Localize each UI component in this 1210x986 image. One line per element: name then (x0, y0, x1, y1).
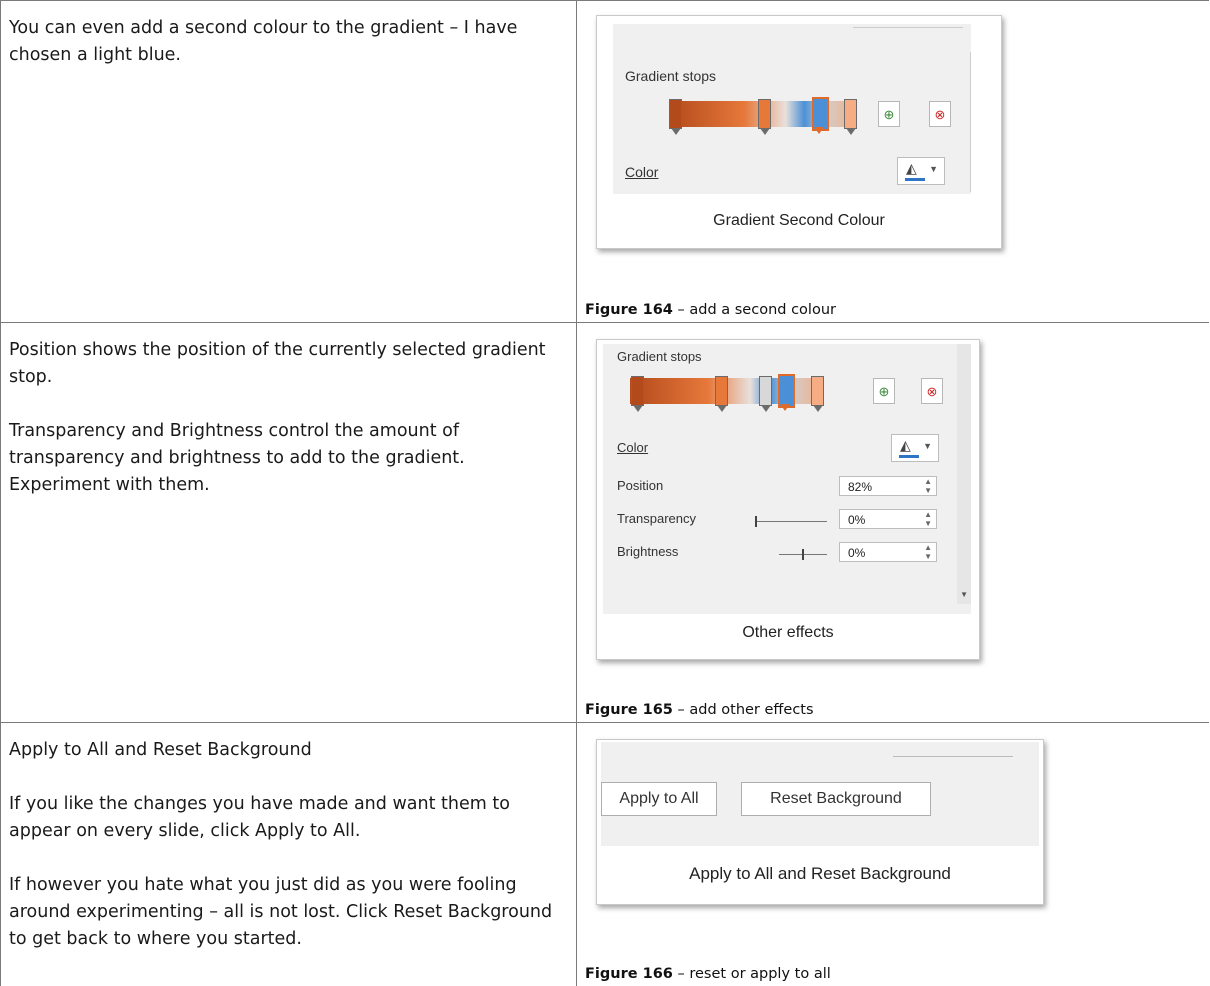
gradient-stop[interactable] (715, 376, 728, 412)
color-label: Color (617, 440, 648, 455)
document-table: You can even add a second colour to the … (0, 0, 1209, 986)
apply-to-all-label: Apply to All (619, 790, 699, 807)
slider-thumb[interactable] (755, 516, 757, 527)
figure-cell: Gradient stops ⊕ ⊗ Color ◭ ▼ Gradient Se… (577, 1, 1207, 322)
transparency-slider[interactable] (755, 516, 827, 527)
apply-to-all-button[interactable]: Apply to All (601, 782, 717, 816)
gradient-stop[interactable] (811, 376, 824, 412)
gradient-stops-label: Gradient stops (617, 349, 702, 364)
screenshot-apply-reset: Apply to All Reset Background Apply to A… (596, 739, 1044, 905)
chevron-down-icon: ▼ (923, 441, 932, 451)
brightness-label: Brightness (617, 544, 679, 559)
scrollbar[interactable] (957, 344, 971, 604)
figure-number: Figure 165 (585, 702, 673, 718)
table-row: Apply to All and Reset Background If you… (1, 723, 1209, 986)
remove-gradient-stop-button[interactable]: ⊗ (921, 378, 943, 404)
color-dropdown-button[interactable]: ◭ ▼ (897, 157, 945, 185)
figure-caption: Figure 166 – reset or apply to all (585, 966, 831, 982)
figure-text: – add a second colour (677, 302, 836, 318)
screenshot-caption: Gradient Second Colour (713, 212, 885, 229)
figure-number: Figure 164 (585, 302, 673, 318)
figure-cell: ▼ Gradient stops ⊕ ⊗ Color ◭ ▼ Position … (577, 323, 1207, 722)
gradient-stop[interactable] (758, 99, 771, 135)
gradient-stop-selected[interactable] (812, 97, 829, 134)
figure-text: – add other effects (677, 702, 814, 718)
figure-cell: Apply to All Reset Background Apply to A… (577, 723, 1207, 986)
divider (893, 748, 1013, 757)
reset-background-label: Reset Background (770, 790, 902, 807)
transparency-spinner[interactable]: 0% ▲ ▼ (839, 509, 937, 529)
gradient-stop[interactable] (759, 376, 772, 412)
spinner-arrows-icon[interactable]: ▲ ▼ (924, 510, 932, 528)
position-value: 82% (848, 480, 873, 494)
brightness-value: 0% (848, 546, 866, 560)
paragraph: You can even add a second colour to the … (9, 18, 518, 65)
gradient-stop-selected[interactable] (778, 374, 795, 411)
transparency-label: Transparency (617, 511, 696, 526)
format-panel: ▼ Gradient stops ⊕ ⊗ Color ◭ ▼ Position … (603, 344, 971, 614)
paragraph: If you like the changes you have made an… (9, 794, 510, 841)
reset-background-button[interactable]: Reset Background (741, 782, 931, 816)
format-panel: Apply to All Reset Background (601, 742, 1039, 846)
gradient-stops-label: Gradient stops (625, 68, 717, 84)
gradient-stop[interactable] (669, 99, 682, 135)
color-swatch-underline (899, 455, 919, 458)
screenshot-caption: Apply to All and Reset Background (689, 864, 951, 883)
paragraph: Apply to All and Reset Background (9, 740, 312, 760)
paint-bucket-icon: ◭ (900, 437, 911, 453)
paint-bucket-icon: ◭ (906, 160, 917, 176)
brightness-slider[interactable] (779, 549, 827, 560)
text-cell: Position shows the position of the curre… (1, 323, 577, 722)
figure-text: – reset or apply to all (677, 966, 831, 982)
transparency-value: 0% (848, 513, 866, 527)
remove-gradient-stop-icon: ⊗ (934, 107, 946, 122)
format-panel: Gradient stops ⊕ ⊗ Color ◭ ▼ (613, 24, 971, 194)
brightness-spinner[interactable]: 0% ▲ ▼ (839, 542, 937, 562)
paragraph: If however you hate what you just did as… (9, 875, 553, 949)
slider-thumb[interactable] (802, 549, 804, 560)
spinner-arrows-icon[interactable]: ▲ ▼ (924, 543, 932, 561)
paragraph: Transparency and Brightness control the … (9, 421, 465, 495)
spinner-arrows-icon[interactable]: ▲ ▼ (924, 477, 932, 495)
add-gradient-stop-button[interactable]: ⊕ (878, 101, 900, 127)
figure-number: Figure 166 (585, 966, 673, 982)
color-label-text: Color (617, 440, 649, 455)
table-row: You can even add a second colour to the … (1, 1, 1209, 323)
table-row: Position shows the position of the curre… (1, 323, 1209, 723)
color-label-text: Color (625, 164, 659, 180)
screenshot-gradient-second-colour: Gradient stops ⊕ ⊗ Color ◭ ▼ Gradient Se… (596, 15, 1002, 249)
paragraph: Position shows the position of the curre… (9, 340, 546, 387)
color-label: Color (625, 164, 658, 180)
add-gradient-stop-button[interactable]: ⊕ (873, 378, 895, 404)
scrollbar-track (970, 52, 971, 192)
color-dropdown-button[interactable]: ◭ ▼ (891, 434, 939, 462)
position-label: Position (617, 478, 664, 493)
color-swatch-underline (905, 178, 925, 181)
gradient-stop[interactable] (844, 99, 857, 135)
text-cell: You can even add a second colour to the … (1, 1, 577, 322)
remove-gradient-stop-icon: ⊗ (926, 384, 938, 399)
add-gradient-stop-icon: ⊕ (878, 384, 890, 399)
divider (853, 24, 963, 28)
screenshot-other-effects: ▼ Gradient stops ⊕ ⊗ Color ◭ ▼ Position … (596, 339, 980, 660)
position-spinner[interactable]: 82% ▲ ▼ (839, 476, 937, 496)
chevron-down-icon: ▼ (929, 164, 938, 174)
figure-caption: Figure 165 – add other effects (585, 702, 814, 718)
remove-gradient-stop-button[interactable]: ⊗ (929, 101, 951, 127)
screenshot-caption: Other effects (742, 624, 834, 641)
text-cell: Apply to All and Reset Background If you… (1, 723, 577, 986)
scroll-down-icon[interactable]: ▼ (960, 590, 968, 599)
figure-caption: Figure 164 – add a second colour (585, 302, 836, 318)
gradient-stop[interactable] (631, 376, 644, 412)
add-gradient-stop-icon: ⊕ (883, 107, 895, 122)
